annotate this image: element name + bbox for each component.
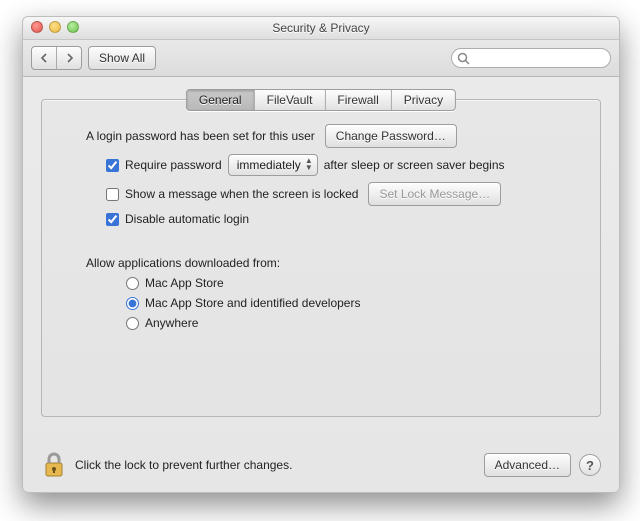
login-password-label: A login password has been set for this u… [86, 129, 315, 143]
forward-button[interactable] [56, 47, 81, 69]
back-button[interactable] [32, 47, 56, 69]
tab-bar: General FileVault Firewall Privacy [186, 89, 456, 111]
disable-auto-login-checkbox[interactable] [106, 213, 119, 226]
password-delay-select[interactable]: immediately ▲▼ [228, 154, 318, 176]
titlebar: Security & Privacy [23, 17, 619, 40]
general-panel: A login password has been set for this u… [41, 99, 601, 417]
show-message-checkbox[interactable] [106, 188, 119, 201]
change-password-button[interactable]: Change Password… [325, 124, 457, 148]
require-password-suffix: after sleep or screen saver begins [324, 158, 505, 172]
chevron-left-icon [40, 53, 49, 63]
search-icon [457, 52, 470, 65]
preferences-window: Security & Privacy Show All General File… [22, 16, 620, 493]
gatekeeper-identified-radio[interactable] [126, 297, 139, 310]
tab-privacy[interactable]: Privacy [391, 90, 455, 110]
gatekeeper-appstore-label: Mac App Store [145, 276, 224, 290]
gatekeeper-anywhere-radio[interactable] [126, 317, 139, 330]
disable-auto-login-label: Disable automatic login [125, 212, 249, 226]
show-all-button[interactable]: Show All [88, 46, 156, 70]
advanced-button[interactable]: Advanced… [484, 453, 571, 477]
password-delay-value: immediately [237, 158, 301, 172]
nav-segment [31, 46, 82, 70]
require-password-checkbox[interactable] [106, 159, 119, 172]
footer: Click the lock to prevent further change… [41, 450, 601, 480]
require-password-label: Require password [125, 158, 222, 172]
window-title: Security & Privacy [23, 17, 619, 39]
lock-text: Click the lock to prevent further change… [75, 458, 292, 472]
help-button[interactable]: ? [579, 454, 601, 476]
search-input[interactable] [472, 51, 610, 65]
gatekeeper-anywhere-label: Anywhere [145, 316, 198, 330]
set-lock-message-button[interactable]: Set Lock Message… [368, 182, 501, 206]
gatekeeper-heading: Allow applications downloaded from: [86, 256, 280, 270]
chevron-right-icon [65, 53, 74, 63]
stepper-arrows-icon: ▲▼ [305, 157, 313, 171]
gatekeeper-identified-label: Mac App Store and identified developers [145, 296, 360, 310]
search-field[interactable] [451, 48, 611, 68]
gatekeeper-appstore-radio[interactable] [126, 277, 139, 290]
lock-icon[interactable] [41, 450, 67, 480]
tab-firewall[interactable]: Firewall [324, 90, 390, 110]
tab-general[interactable]: General [187, 90, 254, 110]
tab-filevault[interactable]: FileVault [254, 90, 325, 110]
toolbar: Show All [23, 40, 619, 77]
show-message-label: Show a message when the screen is locked [125, 187, 358, 201]
content: General FileVault Firewall Privacy A log… [23, 77, 619, 493]
